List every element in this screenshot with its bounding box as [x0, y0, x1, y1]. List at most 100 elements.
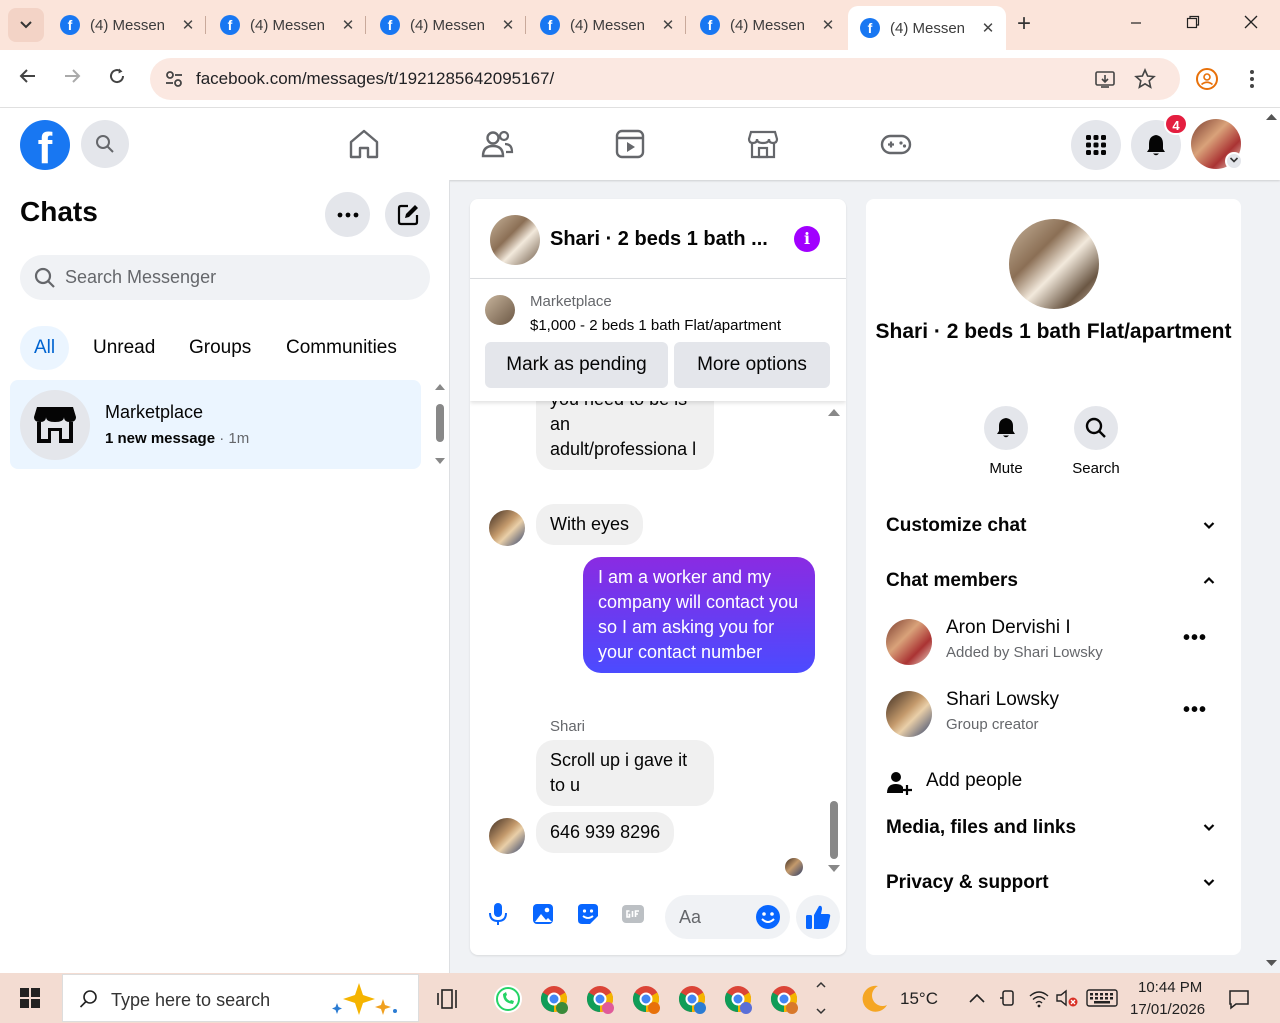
like-button[interactable]	[796, 895, 840, 939]
reload-button[interactable]	[102, 64, 132, 94]
search-action[interactable]: Search	[1056, 406, 1136, 477]
browser-profile-icon[interactable]	[1196, 68, 1218, 90]
task-view-icon[interactable]	[432, 981, 468, 1017]
mute-action[interactable]: Mute	[966, 406, 1046, 477]
chat-list-scrollbar[interactable]	[435, 384, 445, 468]
browser-tab[interactable]: f (4) Messen ✕	[528, 8, 686, 42]
emoji-icon[interactable]	[755, 904, 781, 930]
back-button[interactable]	[13, 64, 43, 94]
gaming-icon[interactable]	[878, 126, 914, 162]
home-icon[interactable]	[346, 126, 382, 162]
tab-close-icon[interactable]: ✕	[978, 19, 998, 37]
taskbar-date[interactable]: 17/01/2026	[1130, 1001, 1205, 1018]
chevron-up-icon[interactable]	[968, 990, 986, 1006]
restore-button[interactable]	[1173, 10, 1213, 40]
more-options-button[interactable]: More options	[674, 342, 830, 388]
video-icon[interactable]	[612, 126, 648, 162]
menu-button[interactable]	[1071, 120, 1121, 170]
filter-all[interactable]: All	[20, 326, 70, 370]
privacy-support-section[interactable]: Privacy & support	[886, 863, 1221, 903]
listing-title[interactable]: $1,000 - 2 beds 1 bath Flat/apartment	[530, 317, 781, 334]
gif-icon[interactable]	[620, 901, 646, 927]
browser-tab[interactable]: f (4) Messen ✕	[688, 8, 846, 42]
microphone-icon[interactable]	[485, 901, 511, 927]
conversation-scrollbar[interactable]	[828, 409, 840, 875]
facebook-logo[interactable]: f	[20, 120, 70, 170]
notification-center-icon[interactable]	[1228, 988, 1250, 1010]
browser-tab[interactable]: f (4) Messen ✕	[368, 8, 526, 42]
search-placeholder: Search Messenger	[65, 267, 217, 287]
facebook-search-button[interactable]	[81, 120, 129, 168]
chrome-profile-icon[interactable]	[766, 981, 802, 1017]
filter-groups[interactable]: Groups	[175, 326, 265, 370]
tab-close-icon[interactable]: ✕	[178, 16, 198, 34]
conversation-big-avatar[interactable]	[1009, 219, 1099, 309]
member-row[interactable]: Shari Lowsky Group creator •••	[886, 687, 1221, 743]
sticker-icon[interactable]	[575, 901, 601, 927]
site-settings-icon[interactable]	[164, 69, 184, 89]
info-icon[interactable]: i	[794, 226, 820, 252]
browser-tab[interactable]: f (4) Messen ✕	[48, 8, 206, 42]
address-bar[interactable]: facebook.com/messages/t/1921285642095167…	[150, 58, 1180, 100]
account-chevron-icon[interactable]	[1225, 152, 1243, 170]
device-icon[interactable]	[998, 988, 1018, 1008]
listing-thumbnail[interactable]	[485, 295, 515, 325]
tab-close-icon[interactable]: ✕	[498, 16, 518, 34]
weather-temperature[interactable]: 15°C	[900, 989, 938, 1009]
media-files-links-section[interactable]: Media, files and links	[886, 808, 1221, 848]
volume-muted-icon[interactable]	[1055, 988, 1079, 1008]
chat-list-item[interactable]: Marketplace 1 new message · 1m	[10, 380, 421, 469]
tab-close-icon[interactable]: ✕	[338, 16, 358, 34]
tab-search-button[interactable]	[8, 8, 44, 42]
search-conversation-button[interactable]	[1074, 406, 1118, 450]
taskbar-search-input[interactable]: Type here to search	[62, 974, 419, 1022]
sender-avatar[interactable]	[489, 510, 525, 546]
tab-close-icon[interactable]: ✕	[818, 16, 838, 34]
image-icon[interactable]	[530, 901, 556, 927]
marketplace-icon[interactable]	[745, 126, 781, 162]
chats-options-button[interactable]	[325, 192, 370, 237]
browser-tab-active[interactable]: f (4) Messen ✕	[848, 6, 1006, 50]
browser-menu-icon[interactable]	[1244, 64, 1260, 94]
chrome-profile-icon[interactable]	[720, 981, 756, 1017]
friends-icon[interactable]	[479, 126, 515, 162]
chevron-down-icon	[1229, 157, 1239, 163]
chrome-profile-icon[interactable]	[582, 981, 618, 1017]
whatsapp-icon[interactable]	[490, 981, 526, 1017]
member-row[interactable]: Aron Dervishi I Added by Shari Lowsky ••…	[886, 615, 1221, 671]
wifi-icon[interactable]	[1028, 988, 1050, 1008]
new-message-button[interactable]	[385, 192, 430, 237]
member-options-icon[interactable]: •••	[1183, 627, 1207, 650]
chrome-profile-icon[interactable]	[674, 981, 710, 1017]
tab-close-icon[interactable]: ✕	[658, 16, 678, 34]
conversation-avatar[interactable]	[490, 215, 540, 265]
sender-avatar[interactable]	[489, 818, 525, 854]
member-avatar[interactable]	[886, 691, 932, 737]
member-options-icon[interactable]: •••	[1183, 699, 1207, 722]
keyboard-icon[interactable]	[1086, 989, 1118, 1007]
filter-communities[interactable]: Communities	[272, 326, 411, 370]
browser-tab[interactable]: f (4) Messen ✕	[208, 8, 366, 42]
chrome-profile-icon[interactable]	[628, 981, 664, 1017]
add-people-button[interactable]: Add people	[886, 762, 1221, 802]
messenger-search-input[interactable]: Search Messenger	[20, 255, 430, 300]
taskbar-overflow-icon[interactable]	[814, 977, 828, 1019]
filter-unread[interactable]: Unread	[79, 326, 169, 370]
chat-members-section[interactable]: Chat members	[886, 561, 1221, 601]
close-window-button[interactable]	[1231, 10, 1271, 40]
page-scrollbar[interactable]	[1263, 108, 1280, 973]
new-tab-button[interactable]: +	[1012, 12, 1036, 38]
install-app-icon[interactable]	[1094, 68, 1116, 90]
customize-chat-section[interactable]: Customize chat	[886, 506, 1221, 546]
chrome-profile-icon[interactable]	[536, 981, 572, 1017]
listing-source-label: Marketplace	[530, 293, 612, 310]
forward-button[interactable]	[57, 64, 87, 94]
taskbar-time[interactable]: 10:44 PM	[1138, 979, 1202, 996]
mark-as-pending-button[interactable]: Mark as pending	[485, 342, 668, 388]
minimize-button[interactable]	[1116, 10, 1156, 40]
windows-start-icon[interactable]	[20, 988, 40, 1008]
bookmark-star-icon[interactable]	[1134, 68, 1156, 90]
conversation-title[interactable]: Shari · 2 beds 1 bath ...	[550, 228, 768, 251]
mute-button[interactable]	[984, 406, 1028, 450]
member-avatar[interactable]	[886, 619, 932, 665]
